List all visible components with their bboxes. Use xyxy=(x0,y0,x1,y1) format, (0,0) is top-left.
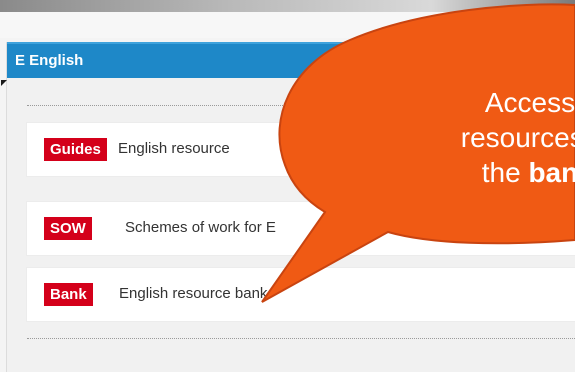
callout-text: Access resources f the ban xyxy=(330,85,575,190)
callout-line-1: Access xyxy=(484,87,575,118)
callout-line-3-bold: ban xyxy=(528,157,575,188)
callout-line-3: the ban xyxy=(330,155,575,190)
callout-line-3-prefix: the xyxy=(481,157,529,188)
callout-line-2: resources f xyxy=(460,122,575,153)
